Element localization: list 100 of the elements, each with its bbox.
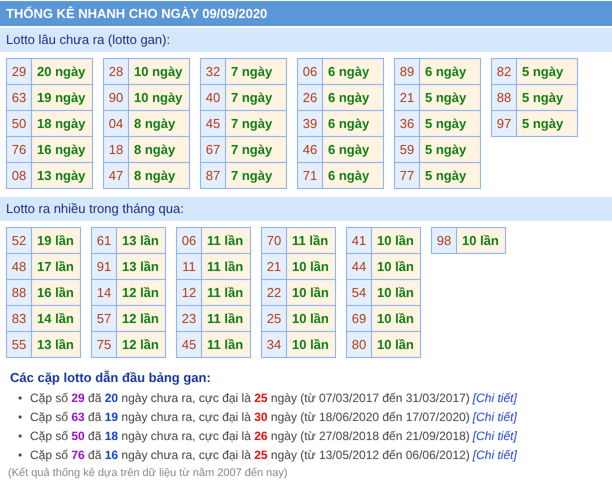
number-cell: 32 [200, 58, 226, 84]
number-cell: 46 [298, 136, 322, 162]
number-cell: 21 [262, 254, 286, 280]
number-cell: 36 [394, 110, 420, 136]
count-cell: 20 ngày [32, 58, 92, 84]
number-cell: 26 [298, 84, 322, 110]
number-cell: 90 [104, 84, 128, 110]
number-cell: 06 [176, 228, 202, 254]
count-cell: 7 ngày [226, 162, 286, 188]
count-cell: 11 lần [286, 228, 336, 254]
count-cell: 10 lần [372, 228, 420, 254]
number-cell: 75 [92, 332, 116, 358]
number-cell: 97 [492, 110, 516, 136]
number-cell: 80 [346, 332, 372, 358]
number-cell: 14 [92, 280, 116, 306]
bullet: • [18, 409, 24, 426]
count-cell: 6 ngày [322, 110, 384, 136]
number-cell: 34 [262, 332, 286, 358]
number-cell: 71 [298, 162, 322, 188]
details-link[interactable]: [Chi tiết] [472, 391, 517, 405]
number-cell: 44 [346, 254, 372, 280]
count-cell: 10 lần [456, 228, 506, 254]
number-cell: 69 [346, 306, 372, 332]
number-cell: 22 [262, 280, 286, 306]
pair-sentence: Cặp số 76 đã 16 ngày chưa ra, cực đại là 25 ngày (từ 13/05/2012 đến 06/06/2012) [30, 448, 470, 462]
count-cell: 8 ngày [128, 162, 190, 188]
number-cell: 70 [262, 228, 286, 254]
count-cell: 10 lần [286, 332, 336, 358]
count-cell: 6 ngày [420, 58, 480, 84]
details-link[interactable]: [Chi tiết] [472, 429, 517, 443]
count-cell: 10 lần [286, 254, 336, 280]
count-cell: 7 ngày [226, 136, 286, 162]
list-heading: Các cặp lotto dẫn đầu bảng gan: [10, 370, 212, 385]
count-cell: 11 lần [202, 280, 250, 306]
number-cell: 21 [394, 84, 420, 110]
number-cell: 23 [176, 306, 202, 332]
number-cell: 28 [104, 58, 128, 84]
count-cell: 13 lần [32, 332, 80, 358]
number-cell: 76 [6, 136, 32, 162]
count-cell: 6 ngày [322, 84, 384, 110]
number-cell: 45 [176, 332, 202, 358]
count-cell: 17 lần [32, 254, 80, 280]
number-cell: 08 [6, 162, 32, 188]
details-link[interactable]: [Chi tiết] [472, 448, 517, 462]
bullet: • [18, 390, 24, 407]
section-heading: Lotto ra nhiều trong tháng qua: [0, 197, 612, 221]
count-cell: 10 lần [372, 306, 420, 332]
number-cell: 29 [6, 58, 32, 84]
count-cell: 13 ngày [32, 162, 92, 188]
number-cell: 61 [92, 228, 116, 254]
number-cell: 12 [176, 280, 202, 306]
count-cell: 5 ngày [516, 110, 578, 136]
count-cell: 6 ngày [322, 136, 384, 162]
section-heading: Lotto lâu chưa ra (lotto gan): [0, 28, 612, 52]
number-cell: 54 [346, 280, 372, 306]
count-cell: 12 lần [116, 306, 166, 332]
count-cell: 5 ngày [420, 162, 480, 188]
count-cell: 19 ngày [32, 84, 92, 110]
number-cell: 59 [394, 136, 420, 162]
number-cell: 39 [298, 110, 322, 136]
number-cell: 52 [6, 228, 32, 254]
number-cell: 04 [104, 110, 128, 136]
count-cell: 10 ngày [128, 84, 190, 110]
count-cell: 5 ngày [420, 136, 480, 162]
number-cell: 88 [6, 280, 32, 306]
bullet: • [18, 428, 24, 445]
count-cell: 14 lần [32, 306, 80, 332]
pair-sentence: Cặp số 29 đã 20 ngày chưa ra, cực đại là 25 ngày (từ 07/03/2017 đến 31/03/2017) [30, 391, 470, 405]
details-link[interactable]: [Chi tiết] [472, 410, 517, 424]
number-cell: 47 [104, 162, 128, 188]
number-cell: 45 [200, 110, 226, 136]
count-cell: 5 ngày [420, 110, 480, 136]
count-cell: 10 lần [286, 280, 336, 306]
count-cell: 5 ngày [516, 58, 578, 84]
count-cell: 10 ngày [128, 58, 190, 84]
number-cell: 82 [492, 58, 516, 84]
count-cell: 5 ngày [516, 84, 578, 110]
count-cell: 7 ngày [226, 110, 286, 136]
count-cell: 12 lần [116, 280, 166, 306]
count-cell: 10 lần [372, 280, 420, 306]
number-cell: 87 [200, 162, 226, 188]
count-cell: 11 lần [202, 254, 250, 280]
count-cell: 8 ngày [128, 110, 190, 136]
number-cell: 55 [6, 332, 32, 358]
count-cell: 12 lần [116, 332, 166, 358]
number-cell: 48 [6, 254, 32, 280]
number-cell: 50 [6, 110, 32, 136]
count-cell: 7 ngày [226, 84, 286, 110]
count-cell: 11 lần [202, 306, 250, 332]
number-cell: 25 [262, 306, 286, 332]
count-cell: 6 ngày [322, 58, 384, 84]
number-cell: 91 [92, 254, 116, 280]
number-cell: 98 [432, 228, 456, 254]
number-cell: 11 [176, 254, 202, 280]
number-cell: 77 [394, 162, 420, 188]
count-cell: 19 lần [32, 228, 80, 254]
count-cell: 6 ngày [322, 162, 384, 188]
count-cell: 7 ngày [226, 58, 286, 84]
count-cell: 11 lần [202, 228, 250, 254]
number-cell: 40 [200, 84, 226, 110]
